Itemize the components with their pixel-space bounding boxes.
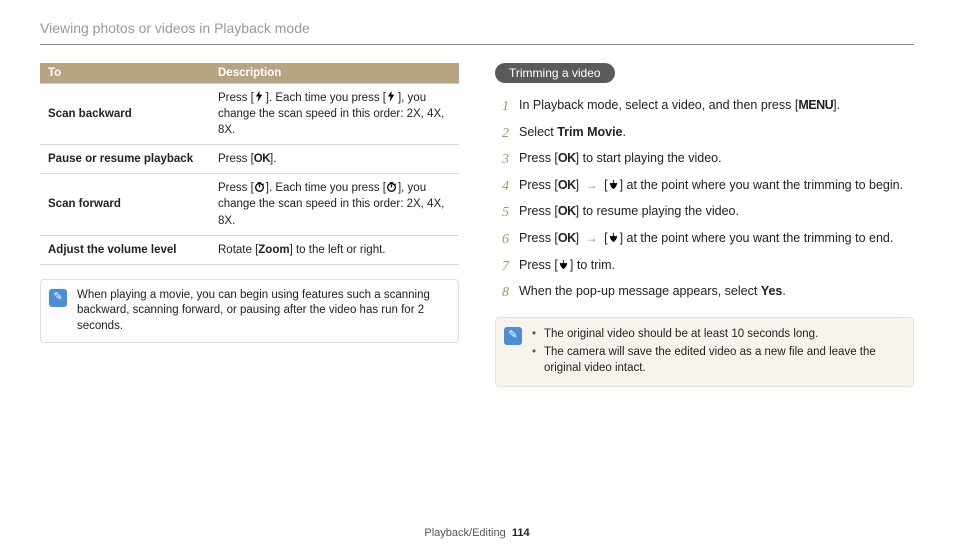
note-icon: ✎ <box>49 289 67 307</box>
ok-button-label: OK <box>254 153 270 165</box>
page-footer: Playback/Editing 114 <box>0 527 954 539</box>
row-desc: Rotate [Zoom] to the left or right. <box>210 235 459 264</box>
note-box-left: ✎ When playing a movie, you can begin us… <box>40 279 459 344</box>
operations-table: To Description Scan backward Press []. E… <box>40 63 459 265</box>
note-bullets: The original video should be at least 10… <box>532 326 903 378</box>
step-number: 1 <box>495 97 509 117</box>
ok-button-label: OK <box>558 151 576 165</box>
table-row: Pause or resume playback Press [OK]. <box>40 145 459 174</box>
note-text: When playing a movie, you can begin usin… <box>77 288 448 335</box>
step-number: 8 <box>495 283 509 303</box>
row-op: Scan backward <box>40 84 210 145</box>
table-header-description: Description <box>210 63 459 84</box>
step-3: 3 Press [OK] to start playing the video. <box>495 150 914 170</box>
macro-icon <box>608 231 620 243</box>
step-4: 4 Press [OK] → [] at the point where you… <box>495 177 914 197</box>
row-op: Adjust the volume level <box>40 235 210 264</box>
table-row: Scan forward Press []. Each time you pre… <box>40 174 459 235</box>
row-desc: Press []. Each time you press [], you ch… <box>210 174 459 235</box>
row-op: Pause or resume playback <box>40 145 210 174</box>
flash-icon <box>254 91 266 103</box>
table-header-to: To <box>40 63 210 84</box>
ok-button-label: OK <box>558 204 576 218</box>
steps-list: 1 In Playback mode, select a video, and … <box>495 97 914 303</box>
title-divider <box>40 44 914 45</box>
step-number: 7 <box>495 257 509 277</box>
row-desc: Press []. Each time you press [], you ch… <box>210 84 459 145</box>
step-number: 2 <box>495 124 509 144</box>
arrow-icon: → <box>586 230 598 247</box>
step-number: 6 <box>495 230 509 250</box>
step-7: 7 Press [] to trim. <box>495 257 914 277</box>
table-row: Adjust the volume level Rotate [Zoom] to… <box>40 235 459 264</box>
step-5: 5 Press [OK] to resume playing the video… <box>495 203 914 223</box>
note-bullet: The original video should be at least 10… <box>532 326 903 342</box>
note-bullet: The camera will save the edited video as… <box>532 344 903 376</box>
timer-icon <box>386 181 398 193</box>
row-op: Scan forward <box>40 174 210 235</box>
step-8: 8 When the pop-up message appears, selec… <box>495 283 914 303</box>
timer-icon <box>254 181 266 193</box>
note-icon: ✎ <box>504 327 522 345</box>
left-column: To Description Scan backward Press []. E… <box>40 63 459 387</box>
menu-button-label: MENU <box>798 98 833 112</box>
macro-icon <box>558 258 570 270</box>
step-number: 4 <box>495 177 509 197</box>
table-row: Scan backward Press []. Each time you pr… <box>40 84 459 145</box>
right-column: Trimming a video 1 In Playback mode, sel… <box>495 63 914 387</box>
arrow-icon: → <box>586 177 598 194</box>
step-number: 5 <box>495 203 509 223</box>
section-heading-pill: Trimming a video <box>495 63 615 83</box>
macro-icon <box>608 178 620 190</box>
step-1: 1 In Playback mode, select a video, and … <box>495 97 914 117</box>
step-number: 3 <box>495 150 509 170</box>
note-box-right: ✎ The original video should be at least … <box>495 317 914 387</box>
ok-button-label: OK <box>558 231 576 245</box>
row-desc: Press [OK]. <box>210 145 459 174</box>
flash-icon <box>386 91 398 103</box>
step-6: 6 Press [OK] → [] at the point where you… <box>495 230 914 250</box>
step-2: 2 Select Trim Movie. <box>495 124 914 144</box>
page-title: Viewing photos or videos in Playback mod… <box>40 20 914 36</box>
ok-button-label: OK <box>558 178 576 192</box>
